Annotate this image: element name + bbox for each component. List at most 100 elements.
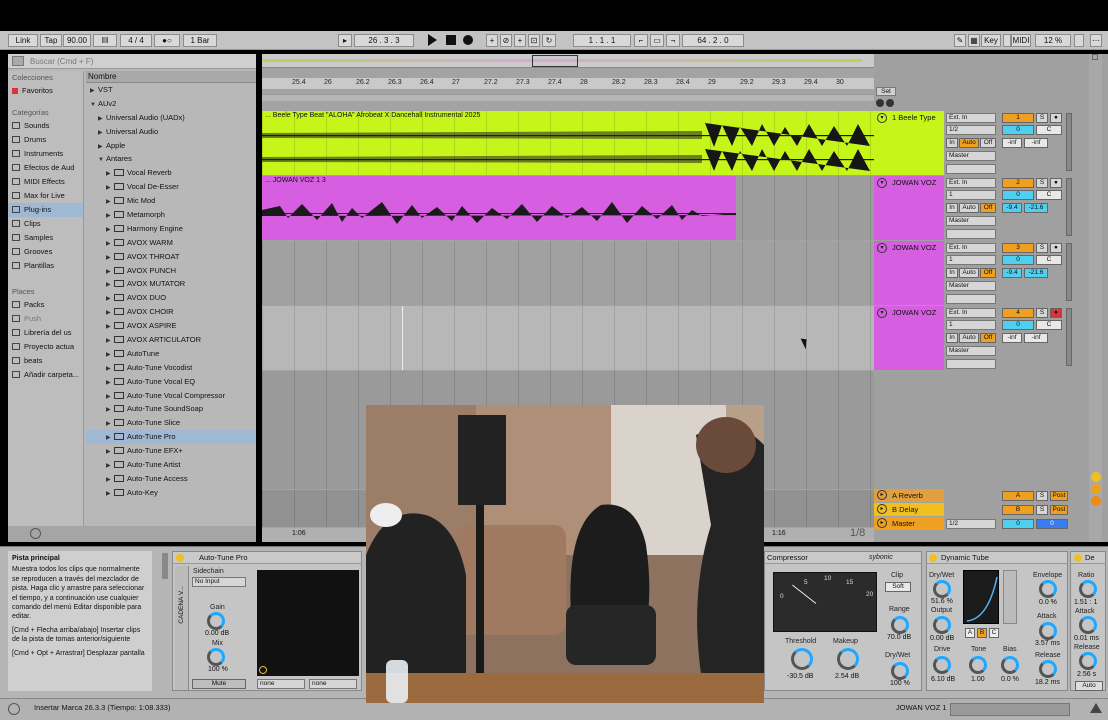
song-position-field[interactable]: 26 . 3 . 3 <box>354 34 414 47</box>
volume-field[interactable]: 0 <box>1002 255 1034 265</box>
metronome-button[interactable]: ●○ <box>154 34 180 47</box>
draw-icon[interactable]: ✎ <box>954 34 966 47</box>
disclosure-triangle-icon[interactable]: ▶ <box>106 307 114 319</box>
arm-button[interactable]: ● <box>1050 243 1062 253</box>
prev-locator-icon[interactable] <box>876 99 884 107</box>
next-locator-icon[interactable] <box>886 99 895 107</box>
plugin-row[interactable]: ▶ Vocal Reverb <box>86 166 256 180</box>
category-plug-ins[interactable]: Plug-ins <box>8 203 83 217</box>
output-menu[interactable]: Master <box>946 151 996 161</box>
capture-button[interactable]: ⊡ <box>528 34 540 47</box>
disclosure-triangle-icon[interactable]: ▶ <box>106 321 114 333</box>
disclosure-triangle-icon[interactable]: ▶ <box>106 335 114 347</box>
tempo-field[interactable]: 90.00 <box>63 34 91 47</box>
track-peak-value[interactable]: -21.6 <box>1024 268 1048 278</box>
track-name-area[interactable]: ▾ JOWAN VOZ <box>874 176 944 240</box>
return-track-name[interactable]: ▸ A Reverb <box>874 489 944 502</box>
disclosure-triangle-icon[interactable]: ▶ <box>106 210 114 222</box>
mix-value[interactable]: 100 % <box>208 666 228 673</box>
dry-wet-knob[interactable] <box>933 580 951 598</box>
ratio-value[interactable]: 1.51 : 1 <box>1074 599 1097 606</box>
place-item[interactable]: Packs <box>8 298 83 312</box>
plugin-row[interactable]: ▶ Auto-Tune Vocal EQ <box>86 375 256 389</box>
plugin-row[interactable]: ▶ AVOX WARM <box>86 236 256 250</box>
solo-button[interactable]: S <box>1036 113 1048 123</box>
device-title[interactable]: Dynamic Tube <box>927 552 1067 564</box>
monitor-in-button[interactable]: In <box>946 138 958 148</box>
play-icon[interactable] <box>428 34 437 46</box>
arm-button[interactable]: ● <box>1050 178 1062 188</box>
monitor-in-button[interactable]: In <box>946 333 958 343</box>
output-menu[interactable]: Master <box>946 281 996 291</box>
solo-button[interactable]: S <box>1036 308 1048 318</box>
plugin-row[interactable]: ▶ AVOX ASPIRE <box>86 319 256 333</box>
collection-favorites[interactable]: Favoritos <box>8 84 83 98</box>
key-map-button[interactable]: Key <box>981 34 1001 47</box>
panel-divider-handle[interactable] <box>162 553 168 579</box>
output-channel-menu[interactable] <box>946 294 996 304</box>
plugin-row[interactable]: ▶ Auto-Tune Pro <box>86 430 256 445</box>
disclosure-triangle-icon[interactable]: ▶ <box>106 446 114 458</box>
device-chain-overview[interactable] <box>950 703 1070 716</box>
tone-value[interactable]: 1.00 <box>971 676 985 683</box>
locator-buttons[interactable] <box>876 99 944 107</box>
monitor-off-button[interactable]: Off <box>980 268 996 278</box>
plugin-row[interactable]: ▶ Auto-Tune Vocodist <box>86 361 256 375</box>
disclosure-triangle-icon[interactable]: ▶ <box>90 85 98 97</box>
monitor-off-button[interactable]: Off <box>980 138 996 148</box>
bias-knob[interactable] <box>1001 656 1019 674</box>
plugin-row[interactable]: ▶ Metamorph <box>86 208 256 222</box>
attack-value[interactable]: 0.01 ms <box>1074 635 1099 642</box>
preview-icon[interactable] <box>30 528 41 539</box>
volume-field[interactable]: 0 <box>1002 320 1034 330</box>
track-activator-button[interactable]: 1 <box>1002 113 1034 123</box>
plugin-row[interactable]: ▶ AVOX MUTATOR <box>86 277 256 291</box>
browser-toggle-icon[interactable] <box>12 56 24 66</box>
plugin-param-menu-1[interactable]: none <box>257 679 305 689</box>
place-item[interactable]: Librería del us <box>8 326 83 340</box>
output-knob[interactable] <box>933 616 951 634</box>
track-scroll-handle[interactable] <box>1092 54 1098 60</box>
plugin-row[interactable]: ▶ Auto-Tune Artist <box>86 458 256 472</box>
tube-b-button[interactable]: B <box>977 628 987 638</box>
plugin-row[interactable]: ▶ AVOX DUO <box>86 291 256 305</box>
name-column-header[interactable]: Nombre <box>86 71 256 83</box>
plugin-row[interactable]: ▶ AutoTune <box>86 347 256 361</box>
disclosure-triangle-icon[interactable]: ▶ <box>106 488 114 500</box>
plugin-row[interactable]: ▶ Mic Mod <box>86 194 256 208</box>
place-item[interactable]: Añadir carpeta... <box>8 368 83 382</box>
midi-map-button[interactable]: MIDI <box>1011 34 1031 47</box>
lane-jowan-voz-2[interactable]: ... JOWAN VOZ 1 3 <box>262 176 874 240</box>
disclosure-triangle-icon[interactable]: ▶ <box>106 418 114 430</box>
arrangement-overview[interactable] <box>262 54 874 68</box>
category-sounds[interactable]: Sounds <box>8 119 83 133</box>
input-type-menu[interactable]: Ext. In <box>946 113 996 123</box>
disclosure-triangle-icon[interactable]: ▶ <box>106 377 114 389</box>
track-volume-value[interactable]: -9.4 <box>1002 203 1022 213</box>
release-knob[interactable] <box>1079 652 1097 670</box>
place-item[interactable]: Proyecto actua <box>8 340 83 354</box>
track-fold-icon[interactable]: ▸ <box>877 490 887 500</box>
mute-button[interactable]: Mute <box>192 679 246 689</box>
solo-button[interactable]: S <box>1036 505 1048 515</box>
plugin-edit-icon[interactable] <box>259 666 267 674</box>
tone-knob[interactable] <box>969 656 987 674</box>
drive-knob[interactable] <box>933 656 951 674</box>
track-activator-button[interactable]: 3 <box>1002 243 1034 253</box>
disclosure-triangle-icon[interactable]: ▶ <box>106 432 114 444</box>
master-pan-field[interactable]: 0 <box>1036 519 1068 529</box>
return-track-name[interactable]: ▸ B Delay <box>874 503 944 516</box>
makeup-value[interactable]: 2.54 dB <box>835 673 859 680</box>
category-drums[interactable]: Drums <box>8 133 83 147</box>
input-channel-menu[interactable]: 1 <box>946 255 996 265</box>
input-channel-menu[interactable]: 1/2 <box>946 125 996 135</box>
track-volume-value[interactable]: -9.4 <box>1002 268 1022 278</box>
track-volume-value[interactable]: -inf <box>1002 138 1022 148</box>
track-activator-button[interactable]: 4 <box>1002 308 1034 318</box>
plugin-row[interactable]: ▶ Auto-Key <box>86 486 256 500</box>
device-title[interactable]: Auto-Tune Pro <box>173 552 361 564</box>
solo-button[interactable]: S <box>1036 491 1048 501</box>
disclosure-triangle-icon[interactable]: ▶ <box>106 474 114 486</box>
clip-jowan-voz-1-3[interactable]: ... JOWAN VOZ 1 3 <box>262 176 736 240</box>
envelope-knob[interactable] <box>1039 580 1057 598</box>
